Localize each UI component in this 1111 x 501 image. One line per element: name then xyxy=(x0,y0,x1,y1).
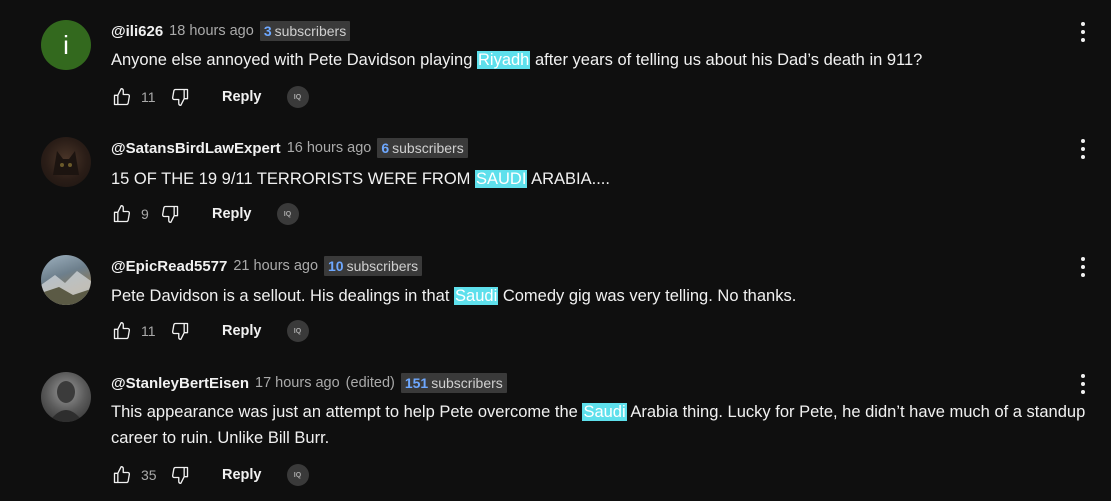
subscriber-badge: 10 subscribers xyxy=(324,256,423,276)
iq-extension-icon[interactable]: IQ xyxy=(286,86,309,108)
highlighted-word: Riyadh xyxy=(477,51,531,69)
subscriber-label: subscribers xyxy=(392,140,464,156)
highlighted-word: Saudi xyxy=(582,403,627,421)
like-count: 35 xyxy=(141,467,157,483)
edited-label: (edited) xyxy=(345,375,395,391)
subscriber-count: 3 xyxy=(263,23,272,39)
comment-actions: 11 Reply IQ xyxy=(111,319,309,343)
comment-author[interactable]: @EpicRead5577 xyxy=(111,258,227,275)
comment-text-before: 15 OF THE 19 9/11 TERRORISTS WERE FROM xyxy=(111,170,475,188)
thumbs-up-icon[interactable] xyxy=(111,464,133,486)
comment-text: This appearance was just an attempt to h… xyxy=(111,399,1086,451)
comment-text: Pete Davidson is a sellout. His dealings… xyxy=(111,283,1086,309)
avatar-letter: i xyxy=(63,29,69,60)
subscriber-label: subscribers xyxy=(274,23,347,39)
avatar[interactable] xyxy=(41,255,91,305)
comment-time[interactable]: 16 hours ago xyxy=(287,140,372,156)
subscriber-count: 151 xyxy=(404,375,429,391)
comment-time[interactable]: 17 hours ago xyxy=(255,375,340,391)
comment-text-before: This appearance was just an attempt to h… xyxy=(111,403,583,421)
comment-header: @ili626 18 hours ago 3 subscribers xyxy=(111,20,351,42)
subscriber-badge: 151 subscribers xyxy=(400,373,507,393)
thumbs-up-icon[interactable] xyxy=(111,86,133,108)
iq-extension-label: IQ xyxy=(293,93,302,101)
like-count: 9 xyxy=(141,206,149,222)
avatar[interactable] xyxy=(41,137,91,187)
comment-text-before: Anyone else annoyed with Pete Davidson p… xyxy=(111,51,477,69)
thumbs-down-icon[interactable] xyxy=(169,464,191,486)
subscriber-badge: 6 subscribers xyxy=(377,138,468,158)
iq-extension-label: IQ xyxy=(283,210,292,218)
comment-actions: 9 Reply IQ xyxy=(111,202,299,226)
like-count: 11 xyxy=(141,89,156,105)
comment-text-after: Comedy gig was very telling. No thanks. xyxy=(498,287,797,305)
thumbs-down-icon[interactable] xyxy=(169,86,191,108)
comment-header: @StanleyBertEisen 17 hours ago (edited) … xyxy=(111,372,507,394)
iq-extension-icon[interactable]: IQ xyxy=(286,464,309,486)
highlighted-word: SAUDI xyxy=(475,170,528,188)
thumbs-down-icon[interactable] xyxy=(169,320,191,342)
comment-text-after: after years of telling us about his Dad’… xyxy=(530,51,923,69)
reply-button[interactable]: Reply xyxy=(222,467,262,483)
comment-text-before: Pete Davidson is a sellout. His dealings… xyxy=(111,287,455,305)
subscriber-badge: 3 subscribers xyxy=(259,21,351,41)
avatar[interactable] xyxy=(41,372,91,422)
comment-header: @EpicRead5577 21 hours ago 10 subscriber… xyxy=(111,255,423,277)
reply-button[interactable]: Reply xyxy=(212,206,252,222)
comment-time[interactable]: 21 hours ago xyxy=(233,258,318,274)
thumbs-up-icon[interactable] xyxy=(111,203,133,225)
reply-button[interactable]: Reply xyxy=(222,89,262,105)
thumbs-down-icon[interactable] xyxy=(159,203,181,225)
more-vertical-icon[interactable] xyxy=(1074,372,1092,396)
comment-author[interactable]: @StanleyBertEisen xyxy=(111,375,249,392)
more-vertical-icon[interactable] xyxy=(1074,20,1092,44)
subscriber-label: subscribers xyxy=(346,258,419,274)
subscriber-count: 6 xyxy=(381,140,390,156)
more-vertical-icon[interactable] xyxy=(1074,137,1092,161)
comment-time[interactable]: 18 hours ago xyxy=(169,23,254,39)
like-count: 11 xyxy=(141,323,156,339)
comment-text: Anyone else annoyed with Pete Davidson p… xyxy=(111,47,1086,73)
comment-actions: 11 Reply IQ xyxy=(111,85,309,109)
portrait-avatar-image xyxy=(49,381,83,422)
avatar[interactable]: i xyxy=(41,20,91,70)
landscape-avatar-image xyxy=(41,271,91,305)
subscriber-count: 10 xyxy=(328,258,344,274)
more-vertical-icon[interactable] xyxy=(1074,255,1092,279)
reply-button[interactable]: Reply xyxy=(222,323,262,339)
comment-text: 15 OF THE 19 9/11 TERRORISTS WERE FROM S… xyxy=(111,166,1086,192)
comment-header: @SatansBirdLawExpert 16 hours ago 6 subs… xyxy=(111,137,468,159)
cat-avatar-image xyxy=(53,151,79,175)
comment-author[interactable]: @SatansBirdLawExpert xyxy=(111,140,281,157)
iq-extension-label: IQ xyxy=(293,471,302,479)
iq-extension-icon[interactable]: IQ xyxy=(276,203,299,225)
subscriber-label: subscribers xyxy=(431,375,503,391)
highlighted-word: Saudi xyxy=(454,287,499,305)
comment-actions: 35 Reply IQ xyxy=(111,463,309,487)
comment-author[interactable]: @ili626 xyxy=(111,23,163,40)
iq-extension-icon[interactable]: IQ xyxy=(286,320,309,342)
thumbs-up-icon[interactable] xyxy=(111,320,133,342)
comment-text-after: ARABIA.... xyxy=(527,170,610,188)
iq-extension-label: IQ xyxy=(293,327,302,335)
